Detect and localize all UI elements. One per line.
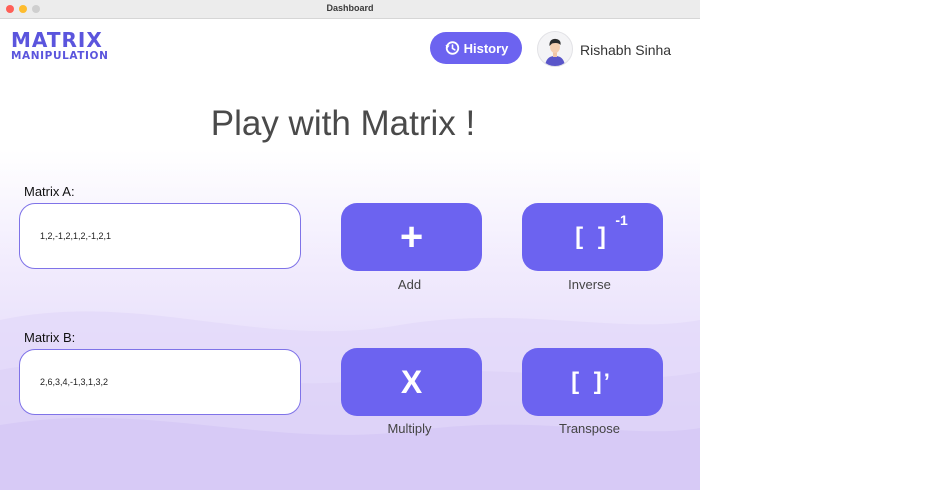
inverse-icon: [ ] -1 [575,213,628,250]
inverse-label: Inverse [568,277,611,292]
user-avatar-icon [545,38,565,66]
background-waves [0,150,700,490]
transpose-button[interactable]: [ ]’ [522,348,663,416]
user-avatar[interactable] [537,31,573,67]
window-title: Dashboard [326,3,374,13]
user-name[interactable]: Rishabh Sinha [580,42,671,58]
app-window: Dashboard MATRIX MANIPULATION History Ri… [0,0,700,490]
inverse-button[interactable]: [ ] -1 [522,203,663,271]
inverse-bracket-symbol: [ ] [575,223,610,250]
title-bar: Dashboard [0,0,700,19]
history-button-label: History [463,40,509,56]
logo-subtitle: MANIPULATION [11,50,109,62]
plus-icon: + [399,215,424,259]
app-logo: MATRIX MANIPULATION [11,28,109,62]
transpose-icon: [ ]’ [571,370,614,394]
inverse-superscript: -1 [615,212,628,228]
add-button[interactable]: + [341,203,482,271]
page-title: Play with Matrix ! [210,104,476,143]
matrix-a-label: Matrix A: [24,184,75,199]
history-button[interactable]: History [430,32,522,64]
history-icon [445,41,459,55]
matrix-b-input[interactable]: 2,6,3,4,-1,3,1,3,2 [19,349,301,415]
multiply-icon: X [400,364,423,400]
matrix-a-input[interactable]: 1,2,-1,2,1,2,-1,2,1 [19,203,301,269]
transpose-bracket-symbol: [ ] [571,368,606,395]
multiply-label: Multiply [387,421,432,436]
logo-title: MATRIX [11,28,103,52]
transpose-prime: ’ [603,369,614,394]
transpose-label: Transpose [559,421,620,436]
matrix-b-label: Matrix B: [24,330,76,345]
multiply-button[interactable]: X [341,348,482,416]
add-label: Add [397,277,422,292]
